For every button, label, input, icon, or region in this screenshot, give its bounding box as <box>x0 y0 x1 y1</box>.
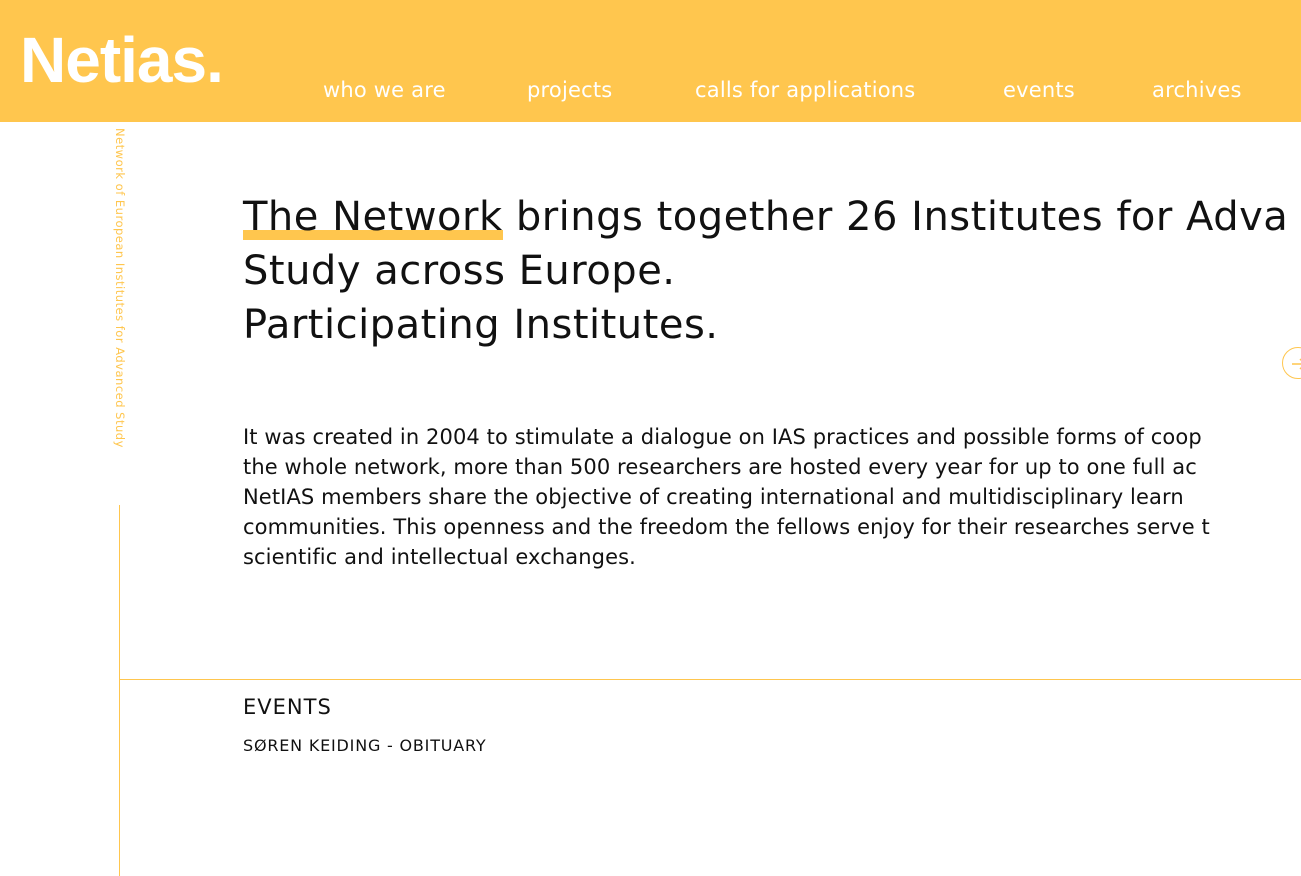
headline-highlight: The Network <box>243 190 503 244</box>
nav-events[interactable]: events <box>1003 78 1075 102</box>
site-header: Netias. who we are projects calls for ap… <box>0 0 1301 122</box>
headline-line-1-rest: brings together 26 Institutes for Adva <box>502 194 1289 240</box>
main-nav: who we are projects calls for applicatio… <box>0 78 1301 102</box>
nav-projects[interactable]: projects <box>527 78 612 102</box>
paragraph-line: NetIAS members share the objective of cr… <box>243 485 1184 509</box>
headline-line-2: Study across Europe. <box>243 248 676 294</box>
event-link[interactable]: SØREN KEIDING - OBITUARY <box>243 736 487 755</box>
headline-line-3[interactable]: Participating Institutes. <box>243 298 1301 352</box>
vertical-divider <box>119 505 120 876</box>
headline-line-1: The Network brings together 26 Institute… <box>243 190 1301 244</box>
paragraph-line: communities. This openness and the freed… <box>243 515 1210 539</box>
nav-who-we-are[interactable]: who we are <box>323 78 446 102</box>
nav-calls-for-applications[interactable]: calls for applications <box>695 78 915 102</box>
paragraph-line: scientific and intellectual exchanges. <box>243 545 636 569</box>
side-tagline: Network of European Institutes for Advan… <box>113 128 127 448</box>
events-heading: EVENTS <box>243 695 332 719</box>
intro-paragraph: It was created in 2004 to stimulate a di… <box>243 422 1301 572</box>
nav-archives[interactable]: archives <box>1152 78 1242 102</box>
paragraph-line: the whole network, more than 500 researc… <box>243 455 1197 479</box>
paragraph-line: It was created in 2004 to stimulate a di… <box>243 425 1202 449</box>
horizontal-divider <box>119 679 1301 680</box>
headline: The Network brings together 26 Institute… <box>243 190 1301 352</box>
page: Netias. who we are projects calls for ap… <box>0 0 1301 876</box>
arrow-right-icon[interactable] <box>1282 347 1301 379</box>
